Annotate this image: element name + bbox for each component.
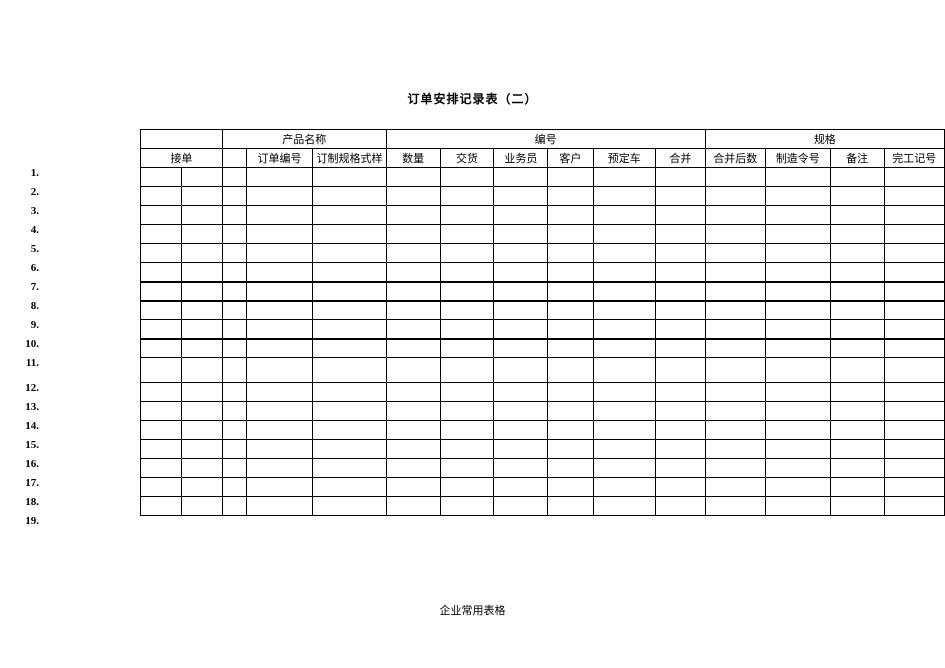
row-num: 6. xyxy=(0,262,45,281)
table-row xyxy=(141,263,945,282)
hdr-col-11: 备注 xyxy=(830,149,884,168)
page-title: 订单安排记录表（二） xyxy=(0,90,945,107)
table-row xyxy=(141,206,945,225)
table-row xyxy=(141,187,945,206)
hdr-col-1: 订单编号 xyxy=(246,149,313,168)
hdr-col-5: 业务员 xyxy=(494,149,548,168)
row-num: 16. xyxy=(0,458,45,477)
row-num: 10. xyxy=(0,338,45,357)
hdr-col-12: 完工记号 xyxy=(884,149,944,168)
hdr-serial: 编号 xyxy=(386,130,705,149)
table-row xyxy=(141,339,945,358)
row-num: 13. xyxy=(0,401,45,420)
table-wrap: 产品名称 编号 规格 接单 订单编号 订制规格式样 数量 交货 业务员 客户 预… xyxy=(140,129,945,534)
order-table: 产品名称 编号 规格 接单 订单编号 订制规格式样 数量 交货 业务员 客户 预… xyxy=(140,129,945,516)
document-page: 订单安排记录表（二） 1. 2. 3. 4. 5. 6. 7. 8. 9. 10… xyxy=(0,0,945,668)
table-row xyxy=(141,402,945,421)
hdr-col-0: 接单 xyxy=(141,149,223,168)
row-num: 15. xyxy=(0,439,45,458)
hdr-product-name: 产品名称 xyxy=(222,130,386,149)
row-num: 7. xyxy=(0,281,45,300)
row-num: 11. xyxy=(0,357,45,382)
hdr-col-7: 预定车 xyxy=(593,149,656,168)
table-row xyxy=(141,497,945,516)
table-container: 1. 2. 3. 4. 5. 6. 7. 8. 9. 10. 11. 12. 1… xyxy=(0,129,945,534)
hdr-col-3: 数量 xyxy=(386,149,440,168)
table-row xyxy=(141,244,945,263)
hdr-col-10: 制造令号 xyxy=(765,149,830,168)
row-num: 9. xyxy=(0,319,45,338)
table-row xyxy=(141,383,945,402)
hdr-spec: 规格 xyxy=(705,130,944,149)
table-row xyxy=(141,440,945,459)
table-row xyxy=(141,225,945,244)
row-num: 2. xyxy=(0,186,45,205)
header-row-1: 产品名称 编号 规格 xyxy=(141,130,945,149)
table-row xyxy=(141,282,945,301)
table-row xyxy=(141,421,945,440)
row-num: 8. xyxy=(0,300,45,319)
hdr-col-8: 合并 xyxy=(656,149,706,168)
row-num: 1. xyxy=(0,167,45,186)
table-row xyxy=(141,358,945,383)
row-num: 12. xyxy=(0,382,45,401)
hdr-col-2: 订制规格式样 xyxy=(313,149,386,168)
page-footer: 企业常用表格 xyxy=(0,602,945,618)
row-num: 14. xyxy=(0,420,45,439)
table-row xyxy=(141,320,945,339)
row-num: 19. xyxy=(0,515,45,534)
row-num: 4. xyxy=(0,224,45,243)
row-num: 17. xyxy=(0,477,45,496)
hdr-col-4: 交货 xyxy=(440,149,494,168)
table-row xyxy=(141,301,945,320)
hdr-col-9: 合并后数 xyxy=(705,149,765,168)
table-row xyxy=(141,478,945,497)
row-num: 18. xyxy=(0,496,45,515)
hdr-col-6: 客户 xyxy=(548,149,593,168)
row-number-column: 1. 2. 3. 4. 5. 6. 7. 8. 9. 10. 11. 12. 1… xyxy=(0,129,45,534)
table-row xyxy=(141,168,945,187)
header-row-2: 接单 订单编号 订制规格式样 数量 交货 业务员 客户 预定车 合并 合并后数 … xyxy=(141,149,945,168)
row-num: 3. xyxy=(0,205,45,224)
table-row xyxy=(141,459,945,478)
row-num: 5. xyxy=(0,243,45,262)
